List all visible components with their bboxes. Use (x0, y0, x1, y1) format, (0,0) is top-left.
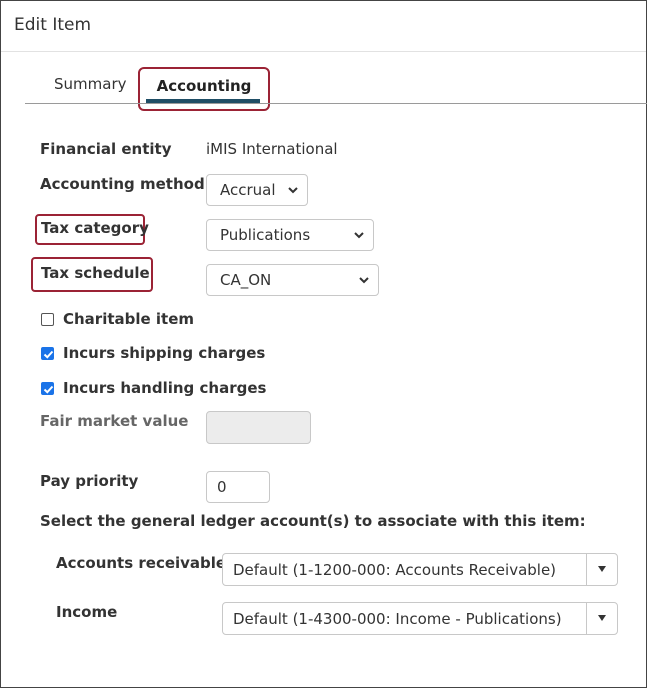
charitable-item-row[interactable]: Charitable item (41, 310, 194, 328)
checkmark-icon (43, 350, 54, 359)
fair-market-value-label: Fair market value (40, 412, 189, 430)
incurs-handling-row[interactable]: Incurs handling charges (41, 379, 266, 397)
income-combo[interactable]: Default (1-4300-000: Income - Publicatio… (222, 602, 618, 635)
tax-schedule-value: CA_ON (220, 271, 272, 289)
income-value: Default (1-4300-000: Income - Publicatio… (233, 610, 562, 628)
accounting-method-select[interactable]: Accrual (206, 174, 308, 206)
accounting-method-value: Accrual (220, 181, 276, 199)
income-dropdown-button[interactable] (586, 603, 617, 634)
caret-down-icon (598, 615, 606, 621)
edit-item-dialog: Edit Item Summary Accounting Financial e… (0, 0, 647, 688)
chevron-down-icon (359, 277, 369, 284)
pay-priority-input[interactable]: 0 (206, 471, 270, 503)
tab-accounting[interactable]: Accounting (138, 67, 270, 111)
financial-entity-label: Financial entity (40, 140, 172, 158)
caret-down-icon (598, 566, 606, 572)
tab-summary[interactable]: Summary (54, 75, 127, 93)
tax-schedule-select[interactable]: CA_ON (206, 264, 379, 296)
incurs-handling-checkbox[interactable] (41, 381, 54, 395)
tax-category-label: Tax category (41, 219, 149, 237)
fair-market-value-input[interactable] (206, 411, 311, 444)
chevron-down-icon (288, 187, 298, 194)
accounts-receivable-label: Accounts receivable (56, 554, 227, 572)
accounting-method-label: Accounting method (40, 175, 205, 193)
incurs-shipping-row[interactable]: Incurs shipping charges (41, 344, 265, 362)
tax-category-value: Publications (220, 226, 311, 244)
tabs-divider (25, 103, 647, 104)
charitable-item-checkbox[interactable] (41, 312, 54, 326)
accounts-receivable-value: Default (1-1200-000: Accounts Receivable… (233, 561, 557, 579)
pay-priority-label: Pay priority (40, 472, 139, 490)
incurs-handling-label: Incurs handling charges (63, 379, 267, 397)
dialog-header: Edit Item (1, 1, 646, 52)
gl-section-text: Select the general ledger account(s) to … (40, 512, 586, 530)
incurs-shipping-checkbox[interactable] (41, 346, 54, 360)
checkmark-icon (43, 385, 54, 394)
incurs-shipping-label: Incurs shipping charges (63, 344, 266, 362)
tax-schedule-label: Tax schedule (41, 264, 150, 282)
dialog-title: Edit Item (14, 15, 92, 35)
financial-entity-value: iMIS International (206, 140, 338, 158)
income-label: Income (56, 603, 118, 621)
accounts-receivable-dropdown-button[interactable] (586, 554, 617, 585)
charitable-item-label: Charitable item (63, 310, 195, 328)
tax-category-select[interactable]: Publications (206, 219, 374, 251)
accounts-receivable-combo[interactable]: Default (1-1200-000: Accounts Receivable… (222, 553, 618, 586)
chevron-down-icon (354, 232, 364, 239)
tab-accounting-label: Accounting (156, 77, 252, 95)
